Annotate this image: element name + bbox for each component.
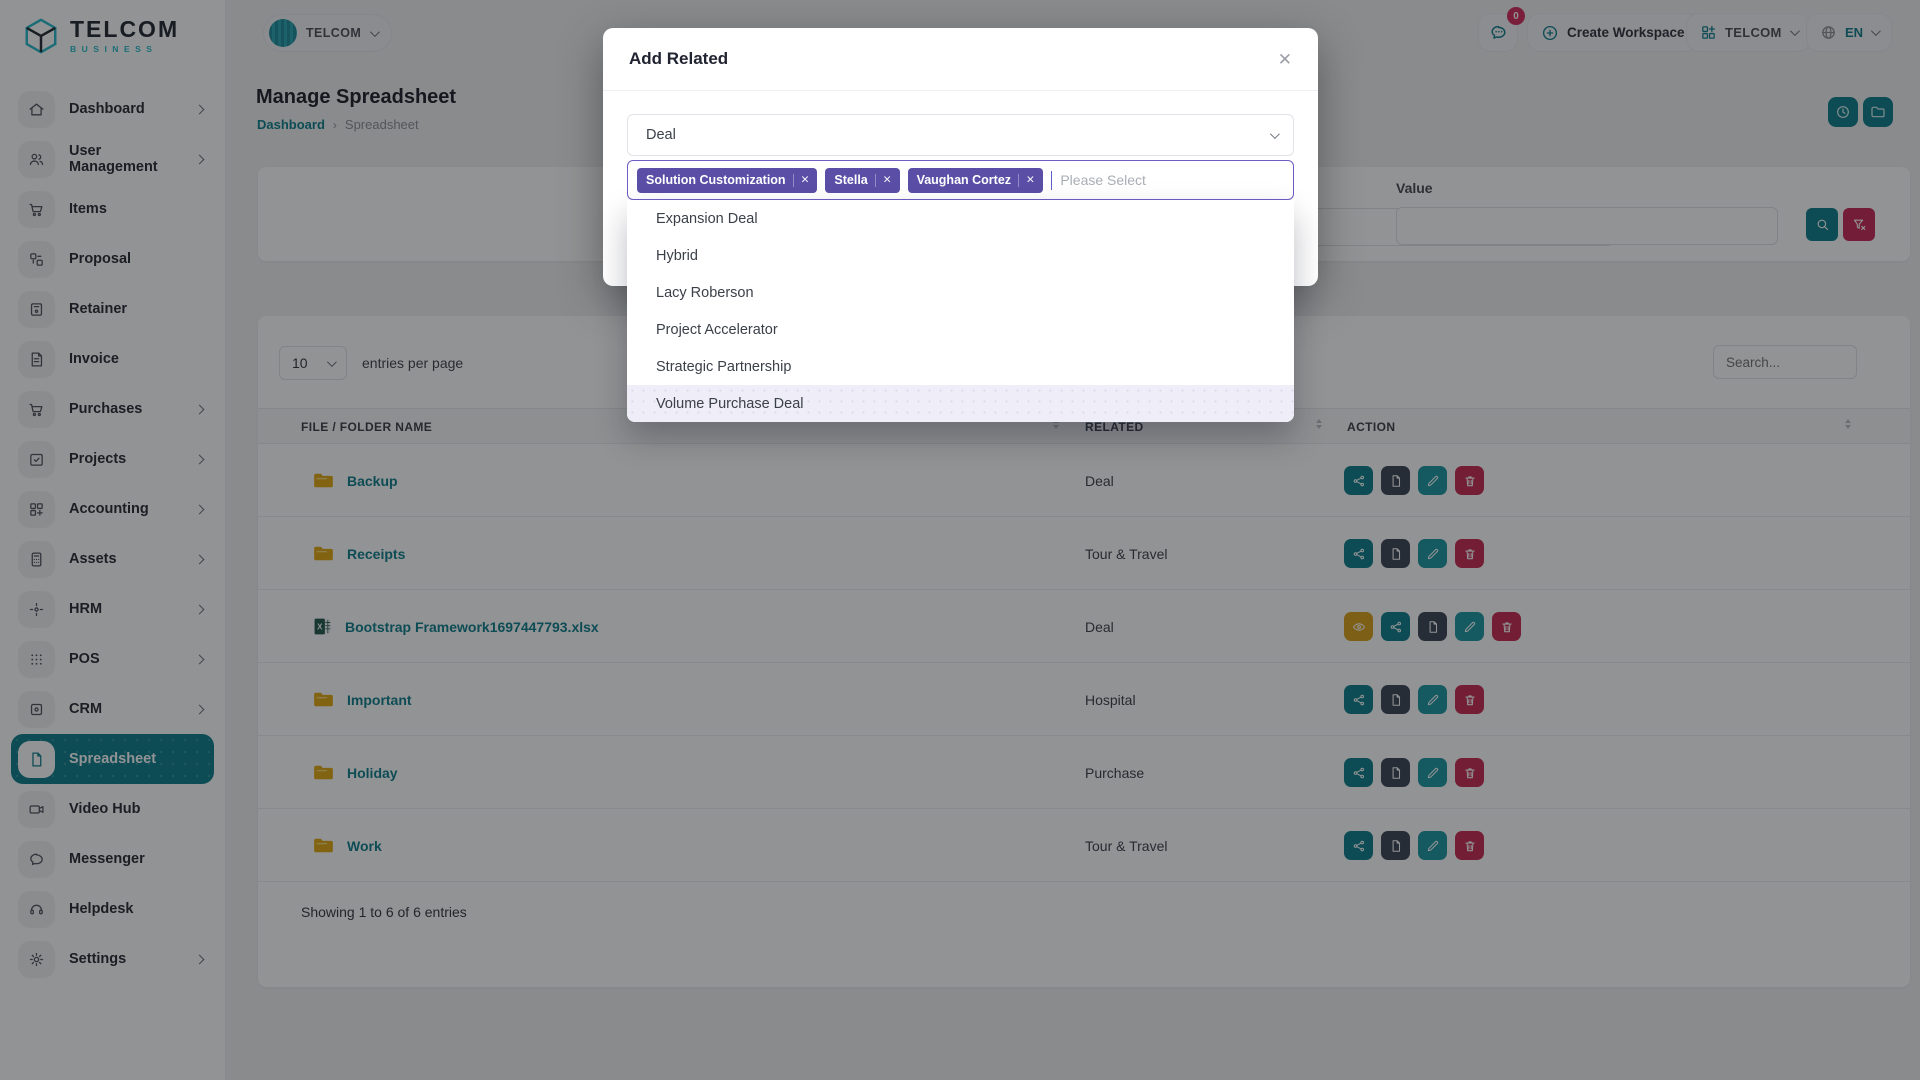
related-type-select[interactable]: Deal	[627, 114, 1294, 156]
multiselect-options-dropdown: Expansion Deal Hybrid Lacy Roberson Proj…	[627, 200, 1294, 422]
option-hybrid[interactable]: Hybrid	[627, 237, 1294, 274]
selected-tag: Vaughan Cortez ✕	[908, 168, 1043, 193]
multiselect-placeholder: Please Select	[1060, 172, 1146, 188]
option-project-accelerator[interactable]: Project Accelerator	[627, 311, 1294, 348]
option-lacy-roberson[interactable]: Lacy Roberson	[627, 274, 1294, 311]
selected-tag: Solution Customization ✕	[637, 168, 817, 193]
option-expansion-deal[interactable]: Expansion Deal	[627, 200, 1294, 237]
option-strategic-partnership[interactable]: Strategic Partnership	[627, 348, 1294, 385]
option-volume-purchase-deal[interactable]: Volume Purchase Deal	[627, 385, 1294, 422]
chevron-down-icon	[1270, 129, 1280, 139]
related-multiselect[interactable]: Solution Customization ✕ Stella ✕ Vaugha…	[627, 160, 1294, 200]
selected-tag: Stella ✕	[825, 168, 899, 193]
modal-title: Add Related	[629, 49, 728, 69]
close-icon[interactable]: ✕	[1278, 51, 1292, 68]
remove-tag-icon[interactable]: ✕	[875, 174, 900, 187]
remove-tag-icon[interactable]: ✕	[793, 174, 818, 187]
remove-tag-icon[interactable]: ✕	[1018, 174, 1043, 187]
text-cursor	[1051, 171, 1053, 190]
